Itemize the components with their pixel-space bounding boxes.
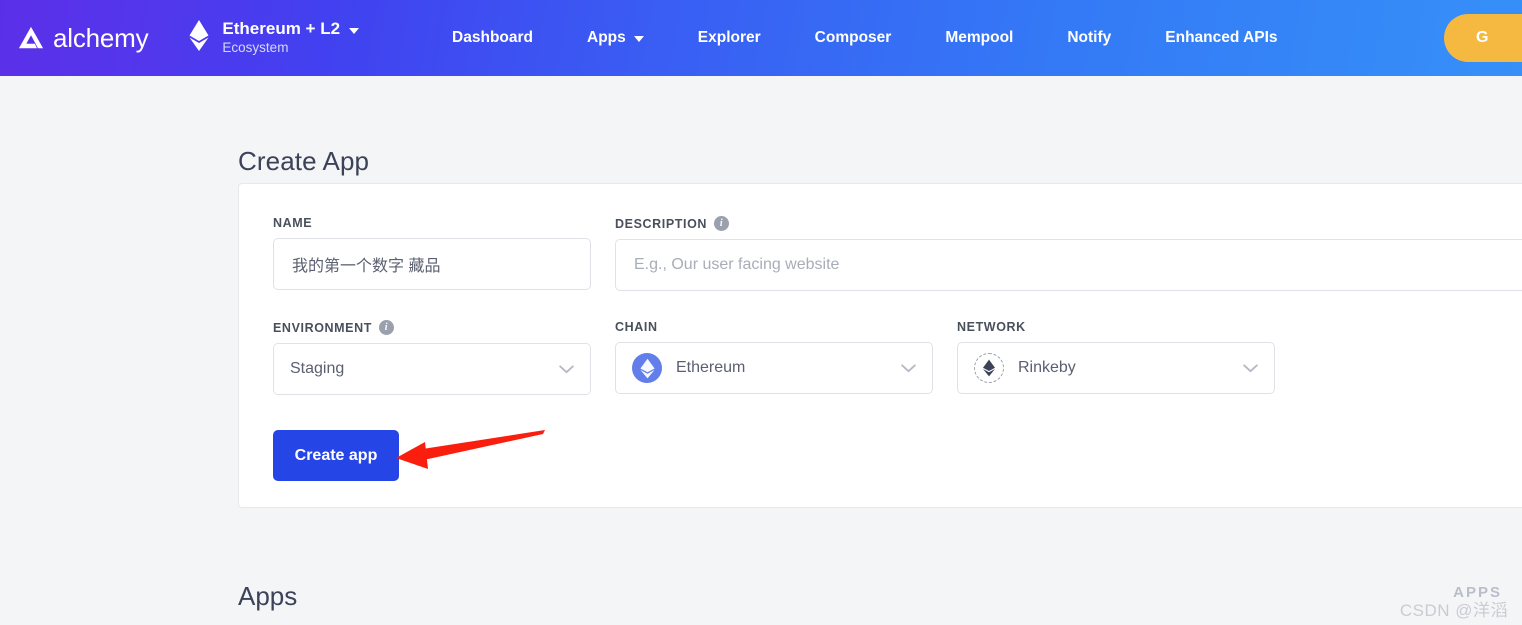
description-label-text: DESCRIPTION bbox=[615, 216, 708, 231]
nav-link-label: Mempool bbox=[945, 29, 1014, 46]
chain-label-text: CHAIN bbox=[615, 320, 658, 334]
nav-link-apps[interactable]: Apps bbox=[560, 29, 671, 47]
network-label-text: NETWORK bbox=[957, 320, 1026, 334]
app-name-input[interactable] bbox=[273, 238, 591, 290]
ethereum-dashed-circle-icon bbox=[974, 353, 1004, 383]
alchemy-brand-logo[interactable]: alchemy bbox=[17, 22, 149, 54]
ecosystem-title-label: Ethereum + L2 bbox=[222, 19, 341, 39]
apps-section-title: Apps bbox=[238, 581, 298, 611]
create-app-row-one: NAME DESCRIPTION i bbox=[273, 216, 1522, 291]
ethereum-diamond-icon bbox=[188, 19, 210, 58]
chevron-down-icon bbox=[901, 363, 916, 373]
chain-field-label: CHAIN bbox=[615, 320, 933, 334]
navbar-cta-button[interactable]: G bbox=[1444, 14, 1522, 62]
csdn-watermark: CSDN @洋滔 bbox=[1399, 601, 1508, 620]
nav-link-label: Dashboard bbox=[452, 29, 534, 46]
chain-selected-value: Ethereum bbox=[676, 359, 746, 376]
nav-link-mempool[interactable]: Mempool bbox=[918, 29, 1040, 47]
chain-field-group: CHAIN Ethereum bbox=[615, 320, 933, 395]
create-app-row-two: ENVIRONMENT i Staging CHAIN Ethereum NET… bbox=[273, 320, 1275, 395]
network-field-group: NETWORK Rinkeby bbox=[957, 320, 1275, 395]
ethereum-circle-icon bbox=[632, 353, 662, 383]
name-field-label: NAME bbox=[273, 216, 591, 230]
environment-select[interactable]: Staging bbox=[273, 343, 591, 395]
nav-link-label: Enhanced APIs bbox=[1165, 29, 1278, 46]
info-icon[interactable]: i bbox=[378, 320, 394, 335]
chevron-down-icon bbox=[559, 364, 574, 374]
environment-field-group: ENVIRONMENT i Staging bbox=[273, 320, 591, 395]
environment-label-text: ENVIRONMENT bbox=[273, 320, 372, 335]
caret-down-icon bbox=[349, 27, 360, 34]
nav-link-enhanced-apis[interactable]: Enhanced APIs bbox=[1138, 29, 1304, 47]
create-app-card: NAME DESCRIPTION i ENVIRONMENT i Sta bbox=[238, 183, 1522, 508]
chevron-down-icon bbox=[633, 36, 644, 42]
environment-field-label: ENVIRONMENT i bbox=[273, 320, 591, 335]
nav-link-label: Explorer bbox=[697, 29, 761, 46]
brand-name-label: alchemy bbox=[53, 22, 149, 53]
ecosystem-subtitle-label: Ecosystem bbox=[222, 39, 289, 55]
name-label-text: NAME bbox=[273, 216, 313, 230]
nav-link-explorer[interactable]: Explorer bbox=[671, 29, 788, 47]
info-icon[interactable]: i bbox=[714, 216, 730, 231]
nav-link-label: Composer bbox=[814, 29, 892, 46]
name-field-group: NAME bbox=[273, 216, 591, 291]
ecosystem-selector[interactable]: Ethereum + L2 Ecosystem bbox=[188, 19, 360, 58]
create-app-button[interactable]: Create app bbox=[273, 430, 399, 481]
nav-link-dashboard[interactable]: Dashboard bbox=[425, 29, 560, 47]
chevron-down-icon bbox=[1243, 363, 1258, 373]
top-navigation-bar: alchemy Ethereum + L2 Ecosystem Dashboar… bbox=[0, 0, 1522, 76]
network-field-label: NETWORK bbox=[957, 320, 1275, 334]
environment-selected-value: Staging bbox=[290, 360, 345, 377]
chain-select[interactable]: Ethereum bbox=[615, 342, 933, 394]
page-title: Create App bbox=[238, 146, 370, 176]
network-selected-value: Rinkeby bbox=[1018, 359, 1076, 376]
nav-link-notify[interactable]: Notify bbox=[1040, 29, 1138, 47]
app-description-input[interactable] bbox=[615, 239, 1522, 291]
nav-link-label: Notify bbox=[1067, 29, 1112, 46]
nav-link-composer[interactable]: Composer bbox=[788, 29, 919, 47]
alchemy-triangle-logo-icon bbox=[17, 25, 45, 51]
nav-link-label: Apps bbox=[587, 29, 626, 46]
description-field-group: DESCRIPTION i bbox=[615, 216, 1522, 291]
main-content: Create App NAME DESCRIPTION i ENVIRON bbox=[0, 76, 1522, 625]
primary-nav-links: Dashboard Apps Explorer Composer Mempool… bbox=[425, 29, 1304, 47]
description-field-label: DESCRIPTION i bbox=[615, 216, 1522, 231]
network-select[interactable]: Rinkeby bbox=[957, 342, 1275, 394]
